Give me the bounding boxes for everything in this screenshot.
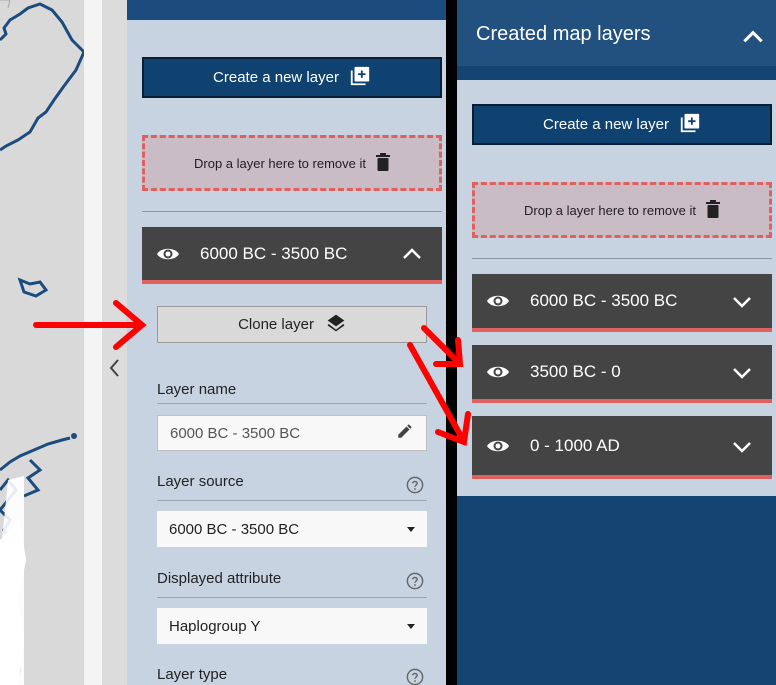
create-layer-label: Create a new layer	[543, 116, 669, 133]
panel-collapse-strip[interactable]	[102, 0, 127, 685]
caret-down-icon	[407, 623, 415, 629]
layer-item[interactable]: 3500 BC - 0	[472, 345, 772, 403]
layer-source-value: 6000 BC - 3500 BC	[169, 520, 300, 538]
eye-icon[interactable]	[156, 242, 180, 266]
create-layer-label: Create a new layer	[213, 69, 339, 86]
panel-title: Created map layers	[476, 23, 651, 45]
map-view[interactable]	[0, 0, 84, 685]
chevron-up-icon[interactable]	[400, 242, 424, 266]
displayed-attribute-label: Displayed attribute	[157, 570, 282, 587]
displayed-attribute-value: Haplogroup Y	[169, 617, 261, 635]
layer-spacer	[472, 403, 772, 416]
layer-name-label: Layer name	[157, 381, 237, 398]
chevron-up-icon[interactable]	[740, 24, 766, 55]
trash-icon	[705, 199, 720, 221]
panel-header	[127, 0, 446, 20]
eye-icon[interactable]	[486, 289, 510, 313]
remove-layer-dropzone[interactable]: Drop a layer here to remove it	[472, 182, 772, 238]
chevron-down-icon[interactable]	[730, 289, 754, 313]
layer-settings: Clone layer Layer name 6000 BC - 3500 BC…	[142, 284, 441, 685]
help-icon[interactable]	[406, 572, 424, 590]
eye-icon[interactable]	[486, 434, 510, 458]
layer-item[interactable]: 6000 BC - 3500 BC	[472, 274, 772, 332]
layer-spacer	[472, 332, 772, 345]
layer-title: 6000 BC - 3500 BC	[200, 243, 348, 263]
map-coastline	[0, 0, 84, 685]
chevron-down-icon[interactable]	[730, 434, 754, 458]
layer-spacer	[472, 479, 772, 496]
layer-name-value: 6000 BC - 3500 BC	[170, 424, 301, 442]
caret-down-icon	[407, 526, 415, 532]
clone-layer-button[interactable]: Clone layer	[157, 306, 427, 343]
created-layers-panel: Created map layers Create a new layer Dr…	[457, 0, 776, 685]
layer-name-input[interactable]: 6000 BC - 3500 BC	[157, 415, 427, 451]
chevron-down-icon[interactable]	[730, 360, 754, 384]
created-layers-header[interactable]: Created map layers	[457, 0, 776, 66]
displayed-attribute-select[interactable]: Haplogroup Y	[157, 608, 427, 644]
create-layer-button[interactable]: Create a new layer	[472, 104, 772, 145]
layer-title: 3500 BC - 0	[530, 362, 621, 381]
add-box-icon	[679, 112, 701, 138]
field-rule	[157, 597, 427, 598]
layers-icon	[326, 313, 346, 337]
map-gutter	[84, 0, 102, 685]
help-icon[interactable]	[406, 476, 424, 494]
clone-layer-label: Clone layer	[238, 316, 314, 333]
eye-icon[interactable]	[486, 360, 510, 384]
trash-icon	[375, 152, 390, 174]
layer-item[interactable]: 0 - 1000 AD	[472, 416, 772, 479]
field-rule	[157, 403, 427, 404]
divider	[472, 258, 772, 259]
dropzone-label: Drop a layer here to remove it	[524, 202, 696, 218]
chevron-left-icon[interactable]	[106, 356, 124, 380]
layer-title: 6000 BC - 3500 BC	[530, 291, 678, 310]
create-layer-button[interactable]: Create a new layer	[142, 57, 442, 98]
add-box-icon	[349, 65, 371, 91]
field-rule	[157, 500, 427, 501]
layer-source-label: Layer source	[157, 473, 244, 490]
remove-layer-dropzone[interactable]: Drop a layer here to remove it	[142, 135, 442, 191]
dropzone-label: Drop a layer here to remove it	[194, 155, 366, 171]
pencil-icon[interactable]	[396, 422, 414, 444]
layer-editor-panel: Create a new layer Drop a layer here to …	[127, 0, 446, 685]
help-icon[interactable]	[406, 668, 424, 685]
layer-header-expanded[interactable]: 6000 BC - 3500 BC	[142, 227, 442, 284]
layer-title: 0 - 1000 AD	[530, 435, 620, 455]
divider	[142, 211, 442, 212]
layer-type-label: Layer type	[157, 666, 228, 683]
layer-source-select[interactable]: 6000 BC - 3500 BC	[157, 511, 427, 547]
